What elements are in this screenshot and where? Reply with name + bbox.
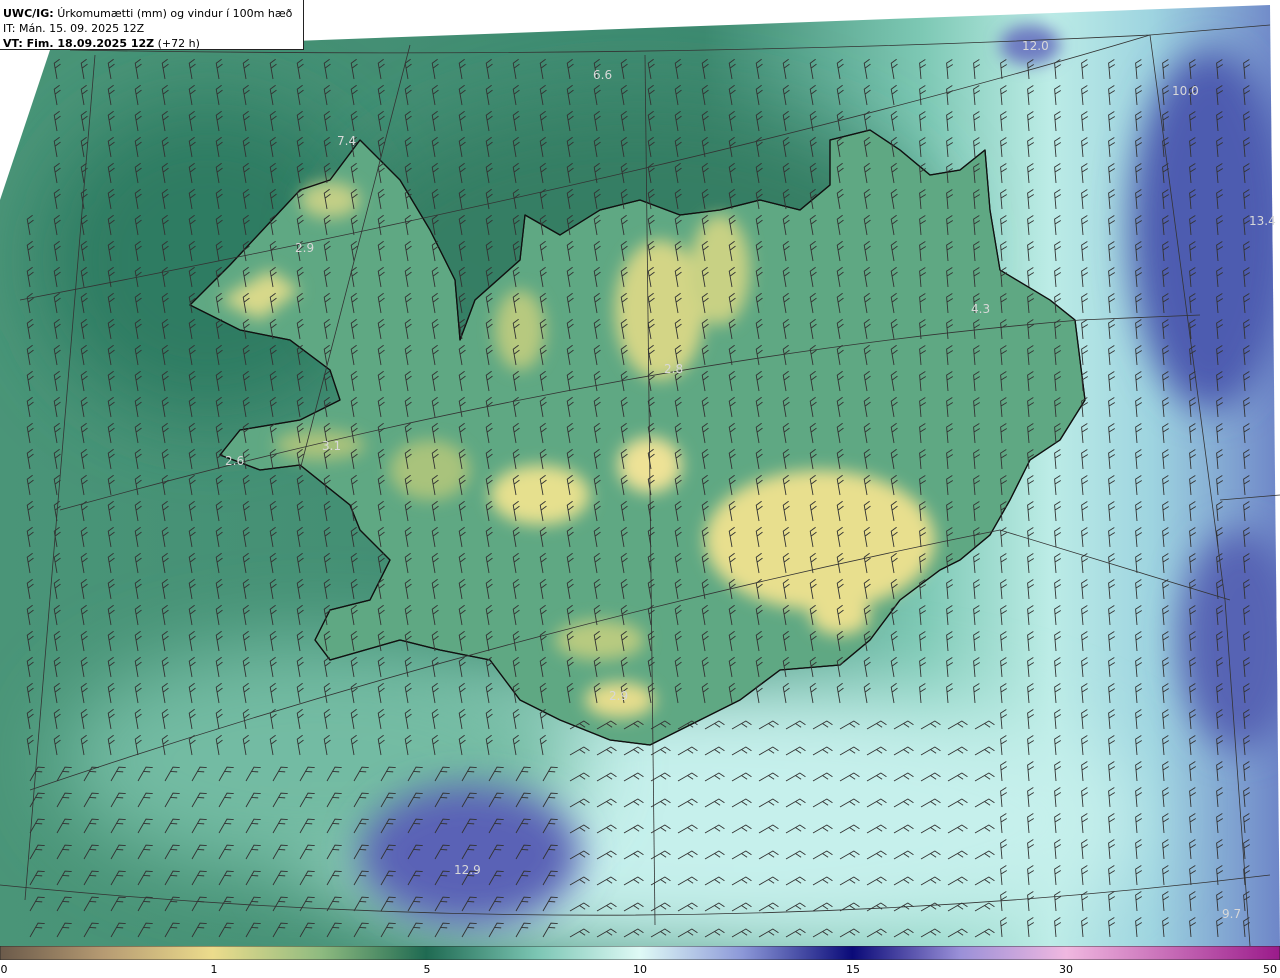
field-description: Úrkomumætti (mm) og vindur í 100m hæð bbox=[57, 7, 293, 20]
map-title-box: UWC/IG: Úrkomumætti (mm) og vindur í 100… bbox=[0, 0, 304, 50]
colorbar-tick: 50 bbox=[1263, 963, 1277, 976]
colorbar-tick: 5 bbox=[423, 963, 431, 976]
colorbar bbox=[0, 946, 1280, 960]
value-label: 12.9 bbox=[454, 863, 481, 877]
value-label: 7.4 bbox=[337, 134, 356, 148]
value-label: 6.6 bbox=[593, 68, 612, 82]
precipitation-wind-map: 6.6 7.4 2.9 2.8 4.3 3.1 2.6 2.9 12.9 13.… bbox=[0, 0, 1280, 946]
colorbar-tick: 1 bbox=[210, 963, 218, 976]
value-label: 2.8 bbox=[664, 362, 683, 376]
value-label: 2.6 bbox=[225, 454, 244, 468]
lead-time: (+72 h) bbox=[157, 37, 200, 50]
colorbar-tick: 10 bbox=[633, 963, 647, 976]
value-label: 2.9 bbox=[295, 241, 314, 255]
colorbar-tick: 30 bbox=[1059, 963, 1073, 976]
value-label: 9.7 bbox=[1222, 907, 1241, 921]
value-label: 3.1 bbox=[322, 439, 341, 453]
colorbar-tick: 15 bbox=[846, 963, 860, 976]
model-name: UWC/IG: bbox=[3, 7, 54, 20]
valid-time-line: VT: Fim. 18.09.2025 12Z (+72 h) bbox=[3, 36, 303, 51]
value-label: 13.4 bbox=[1249, 214, 1276, 228]
colorbar-tick: 0 bbox=[0, 963, 8, 976]
title-line: UWC/IG: Úrkomumætti (mm) og vindur í 100… bbox=[3, 6, 303, 21]
issue-time: IT: Mán. 15. 09. 2025 12Z bbox=[3, 22, 145, 35]
valid-time: VT: Fim. 18.09.2025 12Z bbox=[3, 37, 155, 50]
value-label: 12.0 bbox=[1022, 39, 1049, 53]
value-label: 4.3 bbox=[971, 302, 990, 316]
value-label: 10.0 bbox=[1172, 84, 1199, 98]
value-label: 2.9 bbox=[609, 689, 628, 703]
